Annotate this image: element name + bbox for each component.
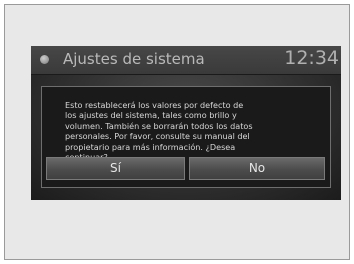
- figure-frame: Ajustes de sistema 12:34 Esto restablece…: [4, 4, 350, 260]
- circle-indicator-icon: [40, 55, 49, 64]
- page-title: Ajustes de sistema: [63, 50, 205, 68]
- display-screen: Ajustes de sistema 12:34 Esto restablece…: [31, 46, 341, 200]
- dialog-message: Esto restablecerá los valores por defect…: [65, 100, 253, 162]
- title-bar: Ajustes de sistema 12:34: [31, 46, 341, 75]
- no-button[interactable]: No: [189, 157, 325, 180]
- clock: 12:34: [284, 47, 339, 69]
- yes-button[interactable]: Sí: [46, 157, 185, 180]
